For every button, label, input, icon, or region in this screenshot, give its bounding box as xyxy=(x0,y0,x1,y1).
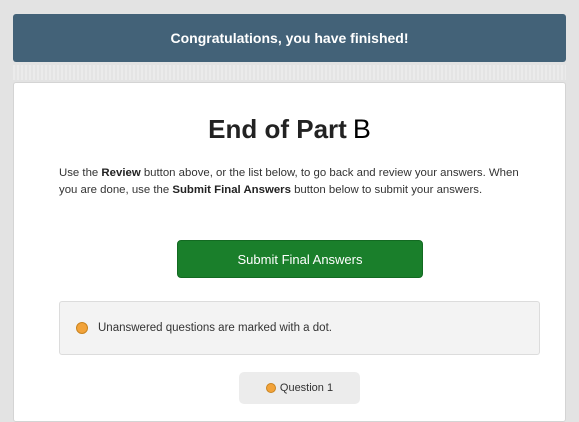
question-1-label: Question 1 xyxy=(279,382,334,394)
instructions-part3: button below to submit your answers. xyxy=(290,183,483,196)
review-keyword: Review xyxy=(101,167,141,179)
banner-text: Congratulations, you have finished! xyxy=(170,30,409,46)
unanswered-dot-icon xyxy=(76,322,88,334)
page-title-text: End of Part xyxy=(208,114,347,144)
end-of-part-card: End of Part B Use the Review button above… xyxy=(13,82,566,422)
instructions-text: Use the Review button above, or the list… xyxy=(59,165,539,198)
decorative-divider-strip xyxy=(13,65,566,80)
submit-final-answers-button[interactable]: Submit Final Answers xyxy=(177,240,423,278)
unanswered-note-text: Unanswered questions are marked with a d… xyxy=(98,322,332,334)
unanswered-note: Unanswered questions are marked with a d… xyxy=(59,301,540,355)
instructions-part1: Use the xyxy=(59,167,102,179)
submit-keyword: Submit Final Answers xyxy=(172,183,291,196)
completion-banner: Congratulations, you have finished! xyxy=(13,14,566,62)
question-1-button[interactable]: Question 1 xyxy=(239,372,360,404)
page-title: End of Part B xyxy=(14,113,565,145)
part-letter: B xyxy=(352,114,371,144)
unanswered-dot-icon xyxy=(265,383,276,393)
